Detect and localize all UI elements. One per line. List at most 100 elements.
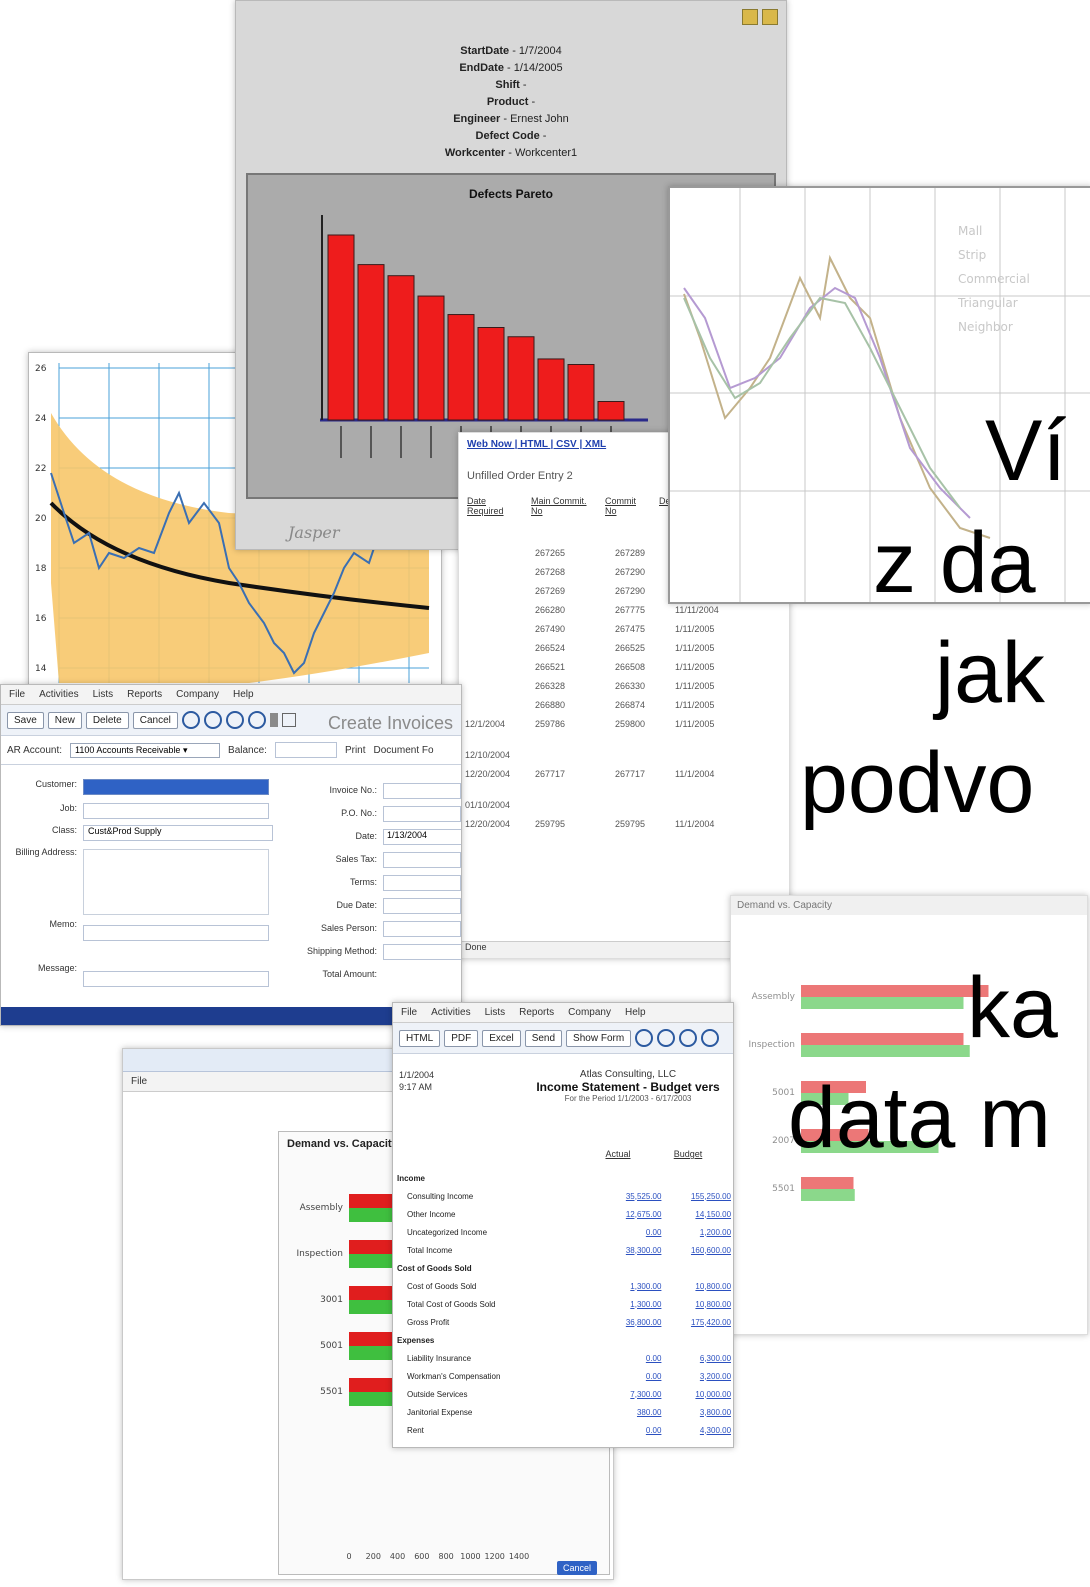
table-row[interactable]: 12/20/2004 267717 267717 11/1/2004 [459, 767, 789, 786]
cancel-button[interactable]: Cancel [132, 711, 178, 729]
pdf-button[interactable]: PDF [444, 1029, 479, 1047]
menu-file[interactable]: File [401, 1007, 417, 1018]
date-field[interactable]: 1/13/2004 [383, 829, 461, 845]
budget-amount[interactable]: 175,420.00 [661, 1318, 731, 1327]
filter-label: EndDate [459, 62, 504, 74]
menu-company[interactable]: Company [176, 689, 219, 700]
table-row[interactable]: 266328 266330 1/11/2005 [459, 679, 789, 698]
table-row[interactable]: 266524 266525 1/11/2005 [459, 641, 789, 660]
table-row[interactable]: 12/1/2004 259786 259800 1/11/2005 [459, 717, 789, 736]
actual-amount[interactable]: 35,525.00 [592, 1192, 662, 1201]
cancel-button[interactable]: Cancel [557, 1561, 598, 1575]
last-page-icon[interactable] [701, 1029, 720, 1047]
menu-reports[interactable]: Reports [519, 1007, 554, 1018]
actual-amount[interactable]: 1,300.00 [592, 1282, 661, 1291]
table-row[interactable]: 267490 267475 1/11/2005 [459, 622, 789, 641]
column-header[interactable]: Date Required [467, 496, 517, 516]
menu-activities[interactable]: Activities [431, 1007, 470, 1018]
category-label: Assembly [300, 1203, 344, 1213]
actual-amount[interactable]: 0.00 [592, 1372, 662, 1381]
prev-page-icon[interactable] [657, 1029, 676, 1047]
send-button[interactable]: Send [524, 1029, 563, 1047]
first-page-icon[interactable] [635, 1029, 654, 1047]
balance-field[interactable] [274, 742, 337, 758]
menu-help[interactable]: Help [233, 689, 254, 700]
menu-file[interactable]: File [9, 689, 25, 700]
budget-amount[interactable]: 155,250.00 [661, 1192, 731, 1201]
job-select[interactable] [83, 803, 269, 819]
actual-amount[interactable]: 1,300.00 [592, 1300, 661, 1309]
shipping-method-field[interactable] [383, 944, 461, 960]
last-record-icon[interactable] [247, 711, 266, 729]
actual-amount[interactable]: 0.00 [592, 1426, 662, 1435]
export-icon[interactable] [742, 9, 758, 25]
table-cell: 259800 [615, 719, 646, 729]
window-controls [742, 9, 778, 25]
invoice-toolbar: Save New Delete Cancel Create Invoices [1, 705, 461, 736]
budget-amount[interactable]: 160,600.00 [661, 1246, 731, 1255]
table-cell [465, 567, 515, 582]
terms-field[interactable] [383, 875, 461, 891]
class-select[interactable]: Cust&Prod Supply [83, 825, 273, 841]
message-select[interactable] [83, 971, 269, 987]
line-label: Cost of Goods Sold [397, 1263, 472, 1273]
actual-amount[interactable]: 0.00 [592, 1228, 662, 1237]
budget-amount[interactable]: 10,800.00 [661, 1282, 731, 1291]
menu-file[interactable]: File [131, 1076, 147, 1087]
report-title: Income Statement - Budget vers [536, 1080, 720, 1094]
menu-company[interactable]: Company [568, 1007, 611, 1018]
actual-amount[interactable]: 380.00 [592, 1408, 661, 1417]
budget-amount[interactable]: 10,000.00 [661, 1390, 731, 1399]
budget-amount[interactable]: 14,150.00 [661, 1210, 731, 1219]
show-form-button[interactable]: Show Form [566, 1029, 632, 1047]
ar-account-select[interactable]: 1100 Accounts Receivable ▾ [70, 742, 221, 758]
menu-help[interactable]: Help [625, 1007, 646, 1018]
memo-field[interactable] [83, 925, 269, 941]
new-button[interactable]: New [47, 711, 82, 729]
sales-tax-field[interactable] [383, 852, 461, 868]
actual-amount[interactable]: 38,300.00 [592, 1246, 662, 1255]
menu-activities[interactable]: Activities [39, 689, 78, 700]
sales-person-field[interactable] [383, 921, 461, 937]
due-date-field[interactable] [383, 898, 461, 914]
billing-address-field[interactable] [83, 849, 269, 915]
menu-lists[interactable]: Lists [485, 1007, 506, 1018]
actual-amount[interactable]: 0.00 [592, 1354, 662, 1363]
prev-record-icon[interactable] [203, 711, 222, 729]
customer-select[interactable] [83, 779, 269, 795]
table-row[interactable]: 01/10/2004 [459, 798, 789, 817]
statement-line: Liability Insurance 0.00 6,300.00 [397, 1349, 731, 1367]
table-row[interactable]: 12/10/2004 [459, 748, 789, 767]
table-row[interactable]: 266280 267775 11/11/2004 [459, 603, 789, 622]
column-header[interactable]: Commit No [605, 496, 645, 516]
html-button[interactable]: HTML [399, 1029, 441, 1047]
next-record-icon[interactable] [225, 711, 244, 729]
table-row[interactable]: 12/20/2004 259795 259795 11/1/2004 [459, 817, 789, 836]
actual-amount[interactable]: 12,675.00 [592, 1210, 662, 1219]
budget-amount[interactable]: 1,200.00 [661, 1228, 731, 1237]
table-cell: 267290 [615, 567, 646, 577]
next-page-icon[interactable] [679, 1029, 698, 1047]
budget-amount[interactable]: 3,200.00 [661, 1372, 731, 1381]
budget-amount[interactable]: 10,800.00 [661, 1300, 731, 1309]
menu-lists[interactable]: Lists [93, 689, 114, 700]
budget-amount[interactable]: 6,300.00 [661, 1354, 731, 1363]
save-button[interactable]: Save [7, 711, 44, 729]
excel-button[interactable]: Excel [482, 1029, 521, 1047]
table-row[interactable]: 266521 266508 1/11/2005 [459, 660, 789, 679]
print-icon[interactable] [281, 713, 296, 727]
invoice-no-field[interactable] [383, 783, 461, 799]
budget-amount[interactable]: 4,300.00 [661, 1426, 731, 1435]
actual-amount[interactable]: 7,300.00 [592, 1390, 661, 1399]
budget-amount[interactable]: 3,800.00 [661, 1408, 731, 1417]
actual-amount[interactable]: 36,800.00 [592, 1318, 662, 1327]
trash-icon[interactable] [269, 713, 278, 727]
delete-button[interactable]: Delete [85, 711, 129, 729]
print-icon[interactable] [762, 9, 778, 25]
menu-reports[interactable]: Reports [127, 689, 162, 700]
table-row[interactable]: 266880 266874 1/11/2005 [459, 698, 789, 717]
first-record-icon[interactable] [181, 711, 200, 729]
po-no-field[interactable] [383, 806, 461, 822]
print-checkbox-label[interactable]: Print [345, 745, 366, 756]
column-header[interactable]: Main Commit. No [531, 496, 591, 516]
